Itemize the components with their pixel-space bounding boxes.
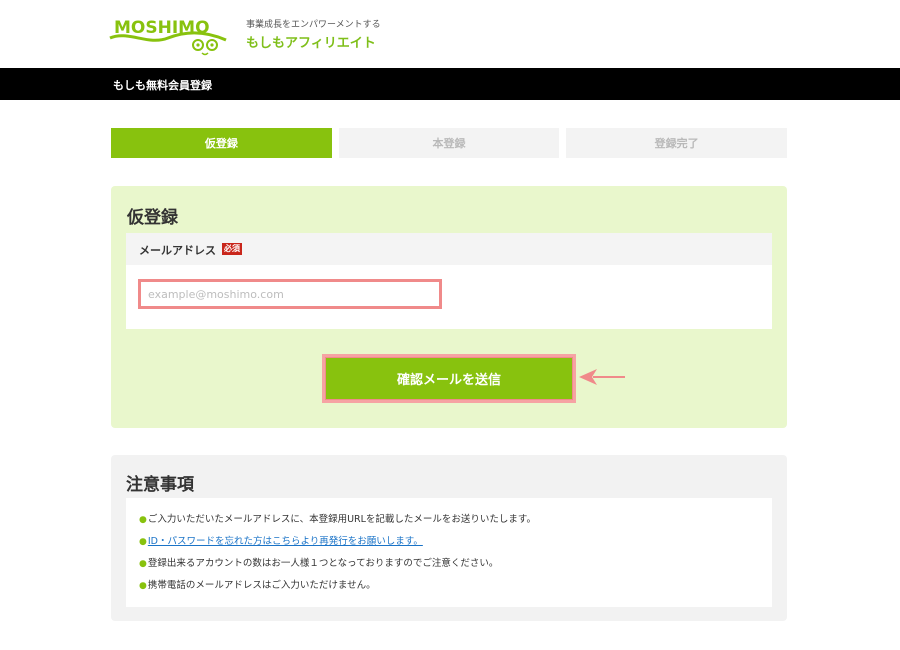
notes-title: 注意事項	[126, 475, 194, 495]
note-item: ●ご入力いただいたメールアドレスに、本登録用URLを記載したメールをお送りいたし…	[139, 514, 536, 536]
send-button-highlight: 確認メールを送信	[322, 354, 576, 403]
note-item: ●登録出来るアカウントの数はお一人様１つとなっておりますのでご注意ください。	[139, 558, 536, 580]
arrow-left-icon	[579, 369, 625, 385]
site-header: MOSHIMO 事業成長をエンパワーメントする もしもアフィリエイト	[0, 0, 900, 68]
bullet-icon: ●	[139, 537, 147, 547]
email-field-box: メールアドレス 必須	[126, 233, 772, 329]
step-complete: 登録完了	[566, 128, 788, 158]
note-text: ご入力いただいたメールアドレスに、本登録用URLを記載したメールをお送りいたしま…	[147, 514, 536, 525]
send-confirmation-button[interactable]: 確認メールを送信	[325, 357, 573, 400]
password-reset-link[interactable]: ID・パスワードを忘れた方はこちらより再発行をお願いします。	[148, 536, 423, 547]
bullet-icon: ●	[139, 581, 147, 591]
logo-wordmark: MOSHIMO	[114, 18, 210, 38]
registration-panel: 仮登録 メールアドレス 必須 確認メールを送信	[111, 186, 787, 428]
notes-box: ●ご入力いただいたメールアドレスに、本登録用URLを記載したメールをお送りいたし…	[126, 498, 772, 607]
note-item: ●ID・パスワードを忘れた方はこちらより再発行をお願いします。	[139, 536, 536, 558]
required-badge: 必須	[222, 243, 242, 255]
bullet-icon: ●	[139, 559, 147, 569]
registration-title: 仮登録	[127, 208, 178, 228]
note-item: ●携帯電話のメールアドレスはご入力いただけません。	[139, 580, 536, 602]
tagline: 事業成長をエンパワーメントする	[246, 20, 381, 30]
notes-panel: 注意事項 ●ご入力いただいたメールアドレスに、本登録用URLを記載したメールをお…	[111, 455, 787, 621]
note-text: 登録出来るアカウントの数はお一人様１つとなっておりますのでご注意ください。	[147, 558, 499, 569]
email-label: メールアドレス	[139, 244, 216, 257]
page-titlebar: もしも無料会員登録	[0, 68, 900, 100]
notes-list: ●ご入力いただいたメールアドレスに、本登録用URLを記載したメールをお送りいたし…	[139, 514, 536, 602]
step-main-registration: 本登録	[338, 128, 560, 158]
email-field-header: メールアドレス 必須	[126, 233, 772, 265]
step-provisional: 仮登録	[111, 128, 332, 158]
page-title: もしも無料会員登録	[113, 79, 212, 92]
moshimo-logo-icon: MOSHIMO	[109, 18, 227, 56]
note-text: 携帯電話のメールアドレスはご入力いただけません。	[147, 580, 376, 591]
moshimo-logo[interactable]: MOSHIMO	[108, 8, 228, 58]
registration-steps: 仮登録 本登録 登録完了	[111, 128, 788, 158]
email-input[interactable]	[138, 279, 442, 309]
brand-name: もしもアフィリエイト	[246, 36, 376, 51]
bullet-icon: ●	[139, 515, 147, 525]
